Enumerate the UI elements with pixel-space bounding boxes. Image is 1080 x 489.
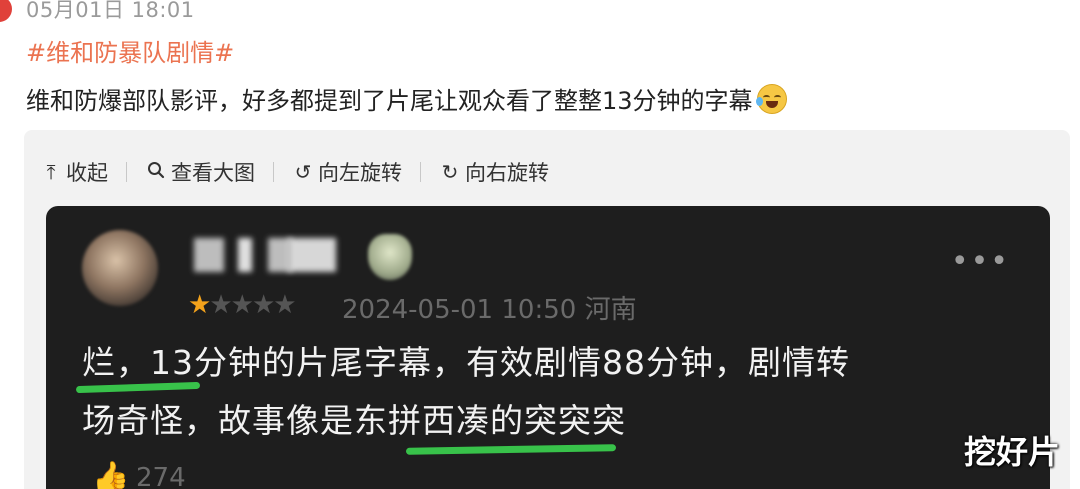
rotate-left-button[interactable]: ↺ 向左旋转 xyxy=(292,157,402,187)
thumbs-up-icon: 👍 xyxy=(92,460,130,489)
rotate-left-label: 向左旋转 xyxy=(318,161,402,185)
reviewer-avatar xyxy=(82,230,158,306)
star-rating: ★★★★★ xyxy=(188,290,297,320)
view-large-label: 查看大图 xyxy=(171,161,255,185)
post-body: 维和防爆部队影评，好多都提到了片尾让观众看了整整13分钟的字幕 xyxy=(26,87,753,115)
post-timestamp: 05月01日 18:01 xyxy=(26,0,195,22)
highlight-underline xyxy=(405,444,617,455)
weibo-post: 05月01日 18:01 #维和防暴队剧情# 维和防爆部队影评，好多都提到了片尾… xyxy=(0,0,1080,489)
collapse-button[interactable]: ⤒ 收起 xyxy=(40,157,108,187)
toolbar-divider xyxy=(126,162,127,182)
review-location: 河南 xyxy=(584,295,637,325)
review-text-line-1: 烂，13分钟的片尾字幕，有效剧情88分钟，剧情转 xyxy=(82,343,850,382)
blurred-username xyxy=(238,238,252,272)
search-icon xyxy=(145,160,167,184)
collapse-label: 收起 xyxy=(66,161,108,185)
review-meta: 2024-05-01 10:50 河南 xyxy=(342,289,637,326)
user-badge-icon xyxy=(368,234,412,280)
review-text-line-2: 场奇怪，故事像是东拼西凑的突突突 xyxy=(82,401,626,440)
hashtag-link[interactable]: #维和防暴队剧情# xyxy=(26,33,234,68)
blurred-username xyxy=(288,238,336,272)
post-text: 维和防爆部队影评，好多都提到了片尾让观众看了整整13分钟的字幕 xyxy=(26,81,787,116)
poster-avatar[interactable] xyxy=(0,0,12,22)
rotate-left-icon: ↺ xyxy=(294,160,312,184)
like-count: 274 xyxy=(136,463,186,489)
star-icon: ★ xyxy=(273,290,296,320)
watermark-text: 挖好片 xyxy=(963,433,1060,471)
star-icon: ★ xyxy=(188,290,211,320)
blurred-username xyxy=(194,238,224,272)
star-icon: ★ xyxy=(209,290,232,320)
review-screenshot-image[interactable]: ••• ★★★★★ 2024-05-01 10:50 河南 烂，13分钟的片尾字… xyxy=(46,206,1050,489)
star-icon: ★ xyxy=(230,290,254,320)
star-icon: ★ xyxy=(251,290,275,320)
more-options-icon: ••• xyxy=(950,244,1010,279)
rotate-right-button[interactable]: ↻ 向右旋转 xyxy=(439,157,549,187)
toolbar-divider xyxy=(273,162,274,182)
rotate-right-label: 向右旋转 xyxy=(465,161,549,185)
image-toolbar: ⤒ 收起 查看大图 ↺ 向左旋转 ↻ 向右旋转 xyxy=(40,155,549,189)
toolbar-divider xyxy=(420,162,421,182)
crying-laughing-emoji-icon xyxy=(755,84,787,114)
review-date: 2024-05-01 10:50 xyxy=(342,295,577,325)
collapse-icon: ⤒ xyxy=(46,160,56,184)
view-large-button[interactable]: 查看大图 xyxy=(145,157,255,187)
rotate-right-icon: ↻ xyxy=(441,160,459,184)
